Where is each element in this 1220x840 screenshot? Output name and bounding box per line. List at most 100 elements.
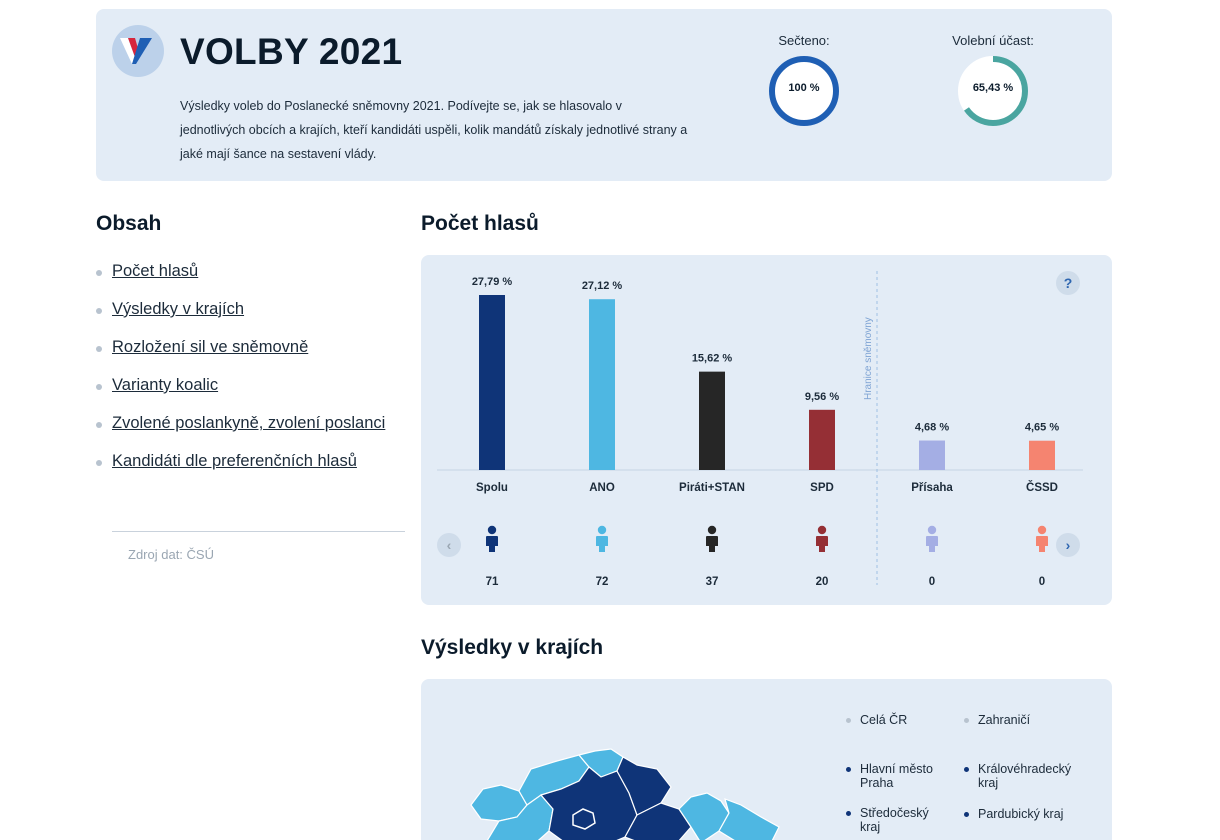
toc-link-kandidati[interactable]: Kandidáti dle preferenčních hlasů: [112, 452, 357, 471]
legend-dot-icon: [964, 767, 969, 772]
volby-logo-icon: [120, 38, 152, 64]
bullet-icon: [96, 346, 102, 352]
seat-count: 0: [1039, 576, 1045, 588]
intro-text: Výsledky voleb do Poslanecké sněmovny 20…: [180, 99, 688, 161]
toc-link-varianty-koalic[interactable]: Varianty koalic: [112, 376, 218, 395]
threshold-label: Hranice sněmovny: [863, 317, 874, 400]
counted-label: Sečteno:: [778, 33, 830, 48]
person-icon-head: [597, 525, 607, 535]
turnout-ring: 65,43 %: [956, 54, 1030, 128]
legend-kralovehradecky[interactable]: Královéhradecký kraj: [964, 762, 1084, 790]
legend-zahranici[interactable]: Zahraničí: [964, 713, 1030, 727]
legend-cela-cr[interactable]: Celá ČR: [846, 713, 907, 727]
bar-value-label: 4,65 %: [1025, 422, 1059, 434]
seat-count: 71: [486, 576, 499, 588]
legend-label: Středočeský kraj: [860, 806, 929, 834]
bullet-icon: [96, 384, 102, 390]
person-icon-head: [1037, 525, 1047, 535]
category-label: ČSSD: [1026, 481, 1058, 494]
chart-next-button[interactable]: ›: [1056, 533, 1080, 557]
legend-dot-icon: [846, 767, 851, 772]
bullet-icon: [96, 308, 102, 314]
turnout-gauge: Volební účast: 65,43 %: [928, 33, 1058, 128]
toc-item: Výsledky v krajích: [96, 300, 385, 338]
legend-praha[interactable]: Hlavní město Praha: [846, 762, 956, 790]
legend-dot-icon: [964, 812, 969, 817]
turnout-value: 65,43 %: [972, 82, 1014, 94]
toc-item: Kandidáti dle preferenčních hlasů: [96, 452, 385, 490]
seat-count: 37: [706, 576, 719, 588]
counted-gauge: Sečteno: 100 %: [739, 33, 869, 128]
bar-spolu: [479, 295, 505, 470]
toc-link-zvoleni-poslanci[interactable]: Zvolené poslankyně, zvolení poslanci: [112, 414, 385, 433]
toc-link-rozlozeni-sil[interactable]: Rozložení sil ve sněmovně: [112, 338, 308, 357]
seat-count: 20: [816, 576, 829, 588]
czech-regions-map[interactable]: [461, 747, 791, 840]
counted-ring: 100 %: [767, 54, 841, 128]
category-label: Spolu: [476, 482, 508, 494]
legend-dot-icon: [964, 718, 969, 723]
person-icon-body: [596, 536, 608, 552]
toc-item: Rozložení sil ve sněmovně: [96, 338, 385, 376]
data-source: Zdroj dat: ČSÚ: [128, 547, 214, 562]
toc-item: Varianty koalic: [96, 376, 385, 414]
page-title: VOLBY 2021: [180, 31, 403, 72]
votes-section-title: Počet hlasů: [421, 212, 539, 235]
person-icon-body: [706, 536, 718, 552]
counted-value: 100 %: [788, 82, 820, 94]
bullet-icon: [96, 460, 102, 466]
bar-spd: [809, 409, 835, 470]
bullet-icon: [96, 270, 102, 276]
toc-title: Obsah: [96, 212, 162, 235]
legend-pardubicky[interactable]: Pardubický kraj: [964, 807, 1094, 821]
bar-value-label: 27,12 %: [582, 280, 623, 292]
regions-map-card: Celá ČR Zahraničí Hlavní město Praha Krá…: [421, 679, 1112, 840]
toc-divider: [112, 531, 405, 532]
toc-link-vysledky-v-krajich[interactable]: Výsledky v krajích: [112, 300, 244, 319]
header-card: VOLBY 2021 Výsledky voleb do Poslanecké …: [96, 9, 1112, 181]
category-label: Piráti+STAN: [679, 482, 745, 494]
help-button[interactable]: ?: [1056, 271, 1080, 295]
bar-piráti+stan: [699, 371, 725, 470]
person-icon-body: [816, 536, 828, 552]
legend-label: Celá ČR: [860, 713, 908, 727]
legend-dot-icon: [846, 811, 851, 816]
bullet-icon: [96, 422, 102, 428]
person-icon-head: [927, 525, 937, 535]
votes-chart-card: Hranice sněmovny 27,79 % Spolu 71 27,12 % ANO…: [421, 255, 1112, 605]
legend-label: Pardubický kraj: [978, 807, 1064, 821]
category-label: ANO: [589, 482, 615, 494]
bar-ano: [589, 299, 615, 470]
votes-bar-chart: Hranice sněmovny 27,79 % Spolu 71 27,12 % ANO…: [437, 271, 1083, 588]
person-icon-head: [817, 525, 827, 535]
person-icon-body: [926, 536, 938, 552]
toc-item: Počet hlasů: [96, 262, 385, 300]
turnout-label: Volební účast:: [952, 33, 1034, 48]
category-label: Přísaha: [911, 482, 953, 494]
bar-value-label: 15,62 %: [692, 353, 733, 365]
bar-value-label: 27,79 %: [472, 276, 513, 288]
legend-label: Hlavní město Praha: [860, 762, 933, 790]
toc-link-pocet-hlasu[interactable]: Počet hlasů: [112, 262, 198, 281]
bar-value-label: 9,56 %: [805, 391, 839, 403]
toc-list: Počet hlasů Výsledky v krajích Rozložení…: [96, 262, 385, 490]
volby-logo: [112, 25, 164, 77]
person-icon-body: [486, 536, 498, 552]
person-icon-head: [487, 525, 497, 535]
bar-value-label: 4,68 %: [915, 422, 949, 434]
bar-čssd: [1029, 440, 1055, 470]
map-region-moravskoslezsky: [718, 798, 780, 840]
legend-label: Zahraničí: [978, 713, 1031, 727]
bar-přísaha: [919, 440, 945, 470]
legend-dot-icon: [846, 718, 851, 723]
legend-label: Královéhradecký kraj: [978, 762, 1072, 790]
toc-item: Zvolené poslankyně, zvolení poslanci: [96, 414, 385, 452]
seat-count: 0: [929, 576, 935, 588]
category-label: SPD: [810, 482, 834, 494]
chart-prev-button[interactable]: ‹: [437, 533, 461, 557]
person-icon-body: [1036, 536, 1048, 552]
person-icon-head: [707, 525, 717, 535]
seat-count: 72: [596, 576, 609, 588]
legend-stredocesky[interactable]: Středočeský kraj: [846, 806, 946, 834]
regions-section-title: Výsledky v krajích: [421, 636, 604, 659]
